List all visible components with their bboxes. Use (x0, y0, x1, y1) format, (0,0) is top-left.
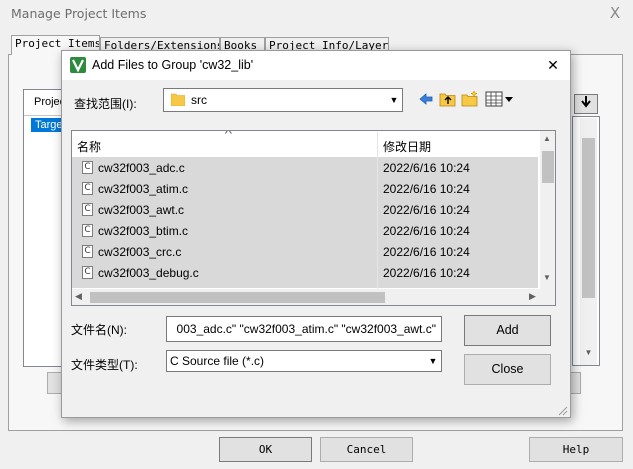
column-header-name[interactable]: 名称 (77, 138, 101, 155)
file-date: 2022/6/16 10:24 (383, 266, 470, 280)
file-name: cw32f003_atim.c (98, 182, 189, 196)
file-name-input[interactable]: 003_adc.c" "cw32f003_atim.c" "cw32f003_a… (166, 316, 442, 342)
help-button[interactable]: Help (529, 437, 623, 462)
sort-ascending-icon: ^ (224, 130, 233, 140)
file-type-label: 文件类型(T): (71, 358, 138, 372)
c-file-icon: C (82, 203, 93, 216)
add-files-dialog: Add Files to Group 'cw32_lib' ✕ 查找范围(I):… (61, 50, 571, 418)
file-list-view[interactable]: ^ 名称 修改日期 C cw32f003_adc.c 2022/6/16 10:… (71, 130, 556, 306)
column-header-date[interactable]: 修改日期 (383, 138, 431, 155)
file-row[interactable]: C cw32f003_atim.c 2022/6/16 10:24 (72, 178, 538, 199)
horizontal-scrollbar[interactable]: ◀ ▶ (72, 289, 555, 305)
back-arrow-icon[interactable] (417, 90, 435, 108)
cancel-button[interactable]: Cancel (320, 437, 413, 462)
file-date: 2022/6/16 10:24 (383, 245, 470, 259)
file-date: 2022/6/16 10:24 (383, 224, 470, 238)
file-name-label: 文件名(N): (71, 323, 127, 337)
vertical-scroll-thumb[interactable] (542, 151, 554, 183)
scroll-up-icon[interactable]: ▲ (543, 134, 551, 143)
c-file-icon: C (82, 161, 93, 174)
file-name: cw32f003_btim.c (98, 224, 189, 238)
file-type-select[interactable]: C Source file (*.c) ▼ (166, 350, 442, 372)
file-name: cw32f003_debug.c (98, 266, 199, 280)
dialog-titlebar[interactable]: Add Files to Group 'cw32_lib' ✕ (62, 51, 570, 80)
look-in-value: src (191, 93, 207, 107)
add-button[interactable]: Add (464, 315, 551, 346)
files-list-scroll-thumb[interactable] (582, 138, 595, 298)
c-file-icon: C (82, 266, 93, 279)
dialog-title: Add Files to Group 'cw32_lib' (92, 58, 254, 72)
outer-window-title: Manage Project Items (11, 6, 147, 21)
folder-up-icon[interactable] (439, 90, 457, 108)
file-name-value: 003_adc.c" "cw32f003_atim.c" "cw32f003_a… (176, 322, 436, 336)
view-menu-icon[interactable] (485, 90, 515, 108)
horizontal-scroll-thumb[interactable] (90, 292, 385, 303)
file-row[interactable]: C cw32f003_btim.c 2022/6/16 10:24 (72, 220, 538, 241)
ok-button[interactable]: OK (219, 437, 312, 462)
column-separator[interactable] (377, 132, 378, 305)
file-date: 2022/6/16 10:24 (383, 203, 470, 217)
outer-close-button[interactable]: X (604, 2, 626, 24)
file-type-value: C Source file (*.c) (170, 354, 265, 368)
c-file-icon: C (82, 224, 93, 237)
resize-grip-icon[interactable] (556, 404, 568, 416)
file-row-partial[interactable] (72, 283, 538, 288)
folder-icon (171, 93, 185, 106)
keil-app-icon (70, 57, 86, 73)
chevron-down-icon[interactable]: ▼ (386, 90, 402, 110)
file-date: 2022/6/16 10:24 (383, 161, 470, 175)
close-button[interactable]: Close (464, 354, 551, 385)
file-row[interactable]: C cw32f003_adc.c 2022/6/16 10:24 (72, 157, 538, 178)
move-down-button[interactable] (574, 94, 598, 114)
look-in-label: 查找范围(I): (74, 97, 137, 111)
c-file-icon: C (82, 245, 93, 258)
scroll-down-icon[interactable]: ▼ (582, 348, 595, 360)
file-row[interactable]: C cw32f003_crc.c 2022/6/16 10:24 (72, 241, 538, 262)
file-row[interactable]: C cw32f003_debug.c 2022/6/16 10:24 (72, 262, 538, 283)
file-name: cw32f003_crc.c (98, 245, 182, 259)
vertical-scrollbar[interactable]: ▲ ▼ (540, 131, 555, 289)
file-name: cw32f003_awt.c (98, 203, 185, 217)
file-name: cw32f003_adc.c (98, 161, 185, 175)
new-folder-icon[interactable] (461, 90, 479, 108)
c-file-icon: C (82, 182, 93, 195)
dialog-close-button[interactable]: ✕ (541, 55, 565, 77)
outer-hidden-button-right[interactable] (571, 372, 581, 394)
look-in-combo[interactable]: src ▼ (163, 88, 403, 112)
scroll-left-icon[interactable]: ◀ (75, 291, 82, 302)
file-date: 2022/6/16 10:24 (383, 182, 470, 196)
file-row[interactable]: C cw32f003_awt.c 2022/6/16 10:24 (72, 199, 538, 220)
scroll-right-icon[interactable]: ▶ (529, 291, 536, 302)
file-rows: C cw32f003_adc.c 2022/6/16 10:24 C cw32f… (72, 157, 540, 288)
chevron-down-icon[interactable]: ▼ (425, 351, 441, 371)
scroll-down-icon[interactable]: ▼ (543, 273, 551, 282)
arrow-down-icon (581, 96, 591, 108)
